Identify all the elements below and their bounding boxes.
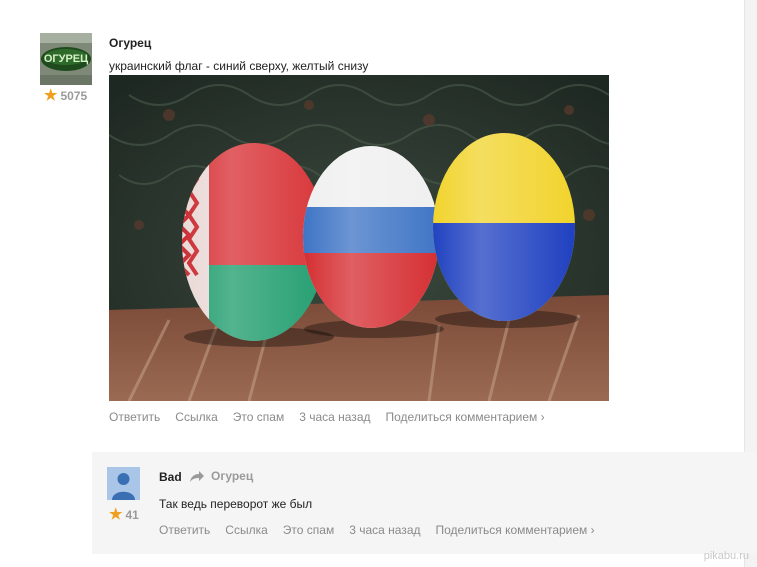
rating-value: 41 [125, 507, 139, 522]
comment-text: украинский флаг - синий сверху, желтый с… [109, 59, 369, 73]
rating: ★ 5075 [44, 88, 87, 103]
default-user-icon [107, 467, 140, 500]
permalink-link[interactable]: Ссылка [175, 410, 217, 424]
watermark: pikabu.ru [703, 550, 749, 562]
reply-text: Так ведь переворот же был [159, 497, 313, 511]
reply-author[interactable]: Bad [159, 470, 182, 484]
report-spam-link[interactable]: Это спам [283, 523, 334, 537]
avatar-text: ОГУРЕЦ [44, 53, 88, 65]
reply-link[interactable]: Ответить [109, 410, 160, 424]
reply-arrow-icon [190, 470, 204, 482]
comment-actions: Ответить Ссылка Это спам 3 часа назад По… [109, 410, 545, 424]
avatar[interactable] [107, 467, 140, 500]
comment-photo[interactable] [109, 75, 609, 401]
star-icon: ★ [44, 87, 58, 104]
permalink-link[interactable]: Ссылка [225, 523, 267, 537]
timestamp-link[interactable]: 3 часа назад [349, 523, 420, 537]
reply-to-author: Огурец [211, 469, 254, 483]
reply-to[interactable]: Огурец [189, 469, 253, 483]
comment-author[interactable]: Огурец [109, 36, 151, 50]
share-comment-link[interactable]: Поделиться комментарием › [436, 523, 595, 537]
reply-actions: Ответить Ссылка Это спам 3 часа назад По… [159, 523, 595, 537]
report-spam-link[interactable]: Это спам [233, 410, 284, 424]
star-icon: ★ [109, 506, 123, 523]
rating-value: 5075 [60, 88, 88, 103]
rating: ★ 41 [109, 507, 139, 522]
reply-link[interactable]: Ответить [159, 523, 210, 537]
share-comment-link[interactable]: Поделиться комментарием › [386, 410, 545, 424]
cucumber-avatar-image: ОГУРЕЦ [40, 33, 92, 85]
avatar[interactable]: ОГУРЕЦ [40, 33, 92, 85]
timestamp-link[interactable]: 3 часа назад [299, 410, 370, 424]
easter-eggs-image [109, 75, 609, 401]
